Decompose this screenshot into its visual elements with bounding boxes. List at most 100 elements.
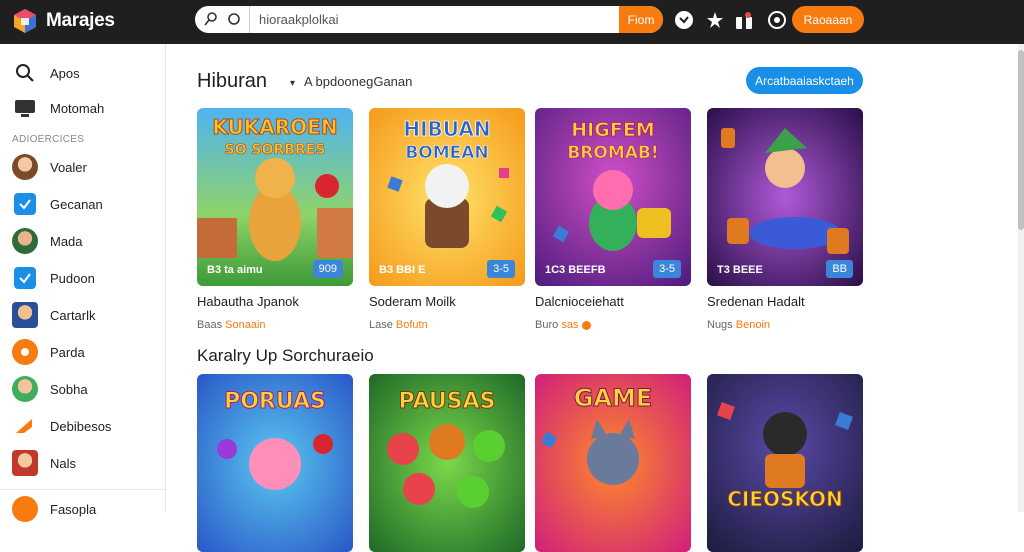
game-thumbnail[interactable]: HIBUAN BOMEAN B3 BBI E 3-5: [369, 108, 525, 286]
game-badge: B3 ta aimu: [207, 264, 263, 276]
game-card[interactable]: PORUAS: [197, 374, 353, 552]
game-card[interactable]: HIGFEM BROMAB! 1C3 BEEFB 3-5 Dalcnioceie…: [535, 108, 691, 331]
game-rating-badge: 3-5: [653, 260, 681, 278]
sidebar-item-cartarlk[interactable]: Cartarlk: [0, 298, 166, 332]
sidebar-item-label: Voaler: [50, 159, 87, 175]
sort-label: A bpdoonegGanan: [303, 74, 413, 89]
game-card[interactable]: CIEOSKON: [707, 374, 863, 552]
game-art: PAUSAS: [369, 374, 525, 552]
sidebar-item-pudoon[interactable]: Pudoon: [0, 261, 166, 295]
sidebar-item-motomah[interactable]: Motomah: [0, 91, 166, 125]
game-thumbnail[interactable]: KUKAROEN SO SORBRES B3 ta aimu 909: [197, 108, 353, 286]
search-icon: [16, 64, 34, 82]
app-logo-icon[interactable]: [12, 8, 38, 34]
sidebar-item-debibesos[interactable]: Debibesos: [0, 409, 166, 443]
avatar: [12, 376, 38, 402]
game-art-title: HIGFEM: [571, 119, 654, 141]
game-thumbnail[interactable]: PAUSAS: [369, 374, 525, 552]
game-rating-badge: 909: [312, 260, 343, 278]
game-art-subtitle: SO SORBRES: [225, 142, 326, 158]
sidebar-item-label: Sobha: [50, 381, 88, 397]
search-button[interactable]: Fiom: [619, 6, 663, 33]
top-bar: Marajes Fiom Raoaaan: [0, 0, 1024, 44]
search-input[interactable]: [253, 6, 593, 33]
scrollbar-thumb[interactable]: [1018, 50, 1024, 230]
check-icon: [14, 193, 36, 215]
game-card[interactable]: HIBUAN BOMEAN B3 BBI E 3-5 Soderam Moilk…: [369, 108, 525, 331]
gift-icon[interactable]: [733, 9, 755, 31]
game-art: CIEOSKON: [707, 374, 863, 552]
sidebar-item-label: Nals: [50, 455, 77, 471]
section-title: Hiburan: [197, 70, 268, 92]
sidebar-item-label: Mada: [50, 233, 83, 249]
game-meta-label: Lase: [369, 319, 393, 331]
sidebar-item-parda[interactable]: Parda: [0, 335, 166, 369]
game-thumbnail[interactable]: GAME: [535, 374, 691, 552]
check-icon: [14, 267, 36, 289]
game-meta: Nugs Benoin: [707, 319, 863, 331]
sort-dropdown[interactable]: ▾ A bpdoonegGanan: [290, 74, 412, 89]
sidebar-item-label: Apos: [50, 65, 80, 81]
game-meta-value: Sonaain: [225, 319, 266, 331]
chevron-down-icon: ▾: [290, 78, 296, 89]
game-title[interactable]: Soderam Moilk: [369, 294, 525, 310]
sidebar-item-label: Debibesos: [50, 418, 112, 434]
game-thumbnail[interactable]: PORUAS: [197, 374, 353, 552]
game-icon: [12, 496, 38, 522]
sidebar-item-voaler[interactable]: Voaler: [0, 150, 166, 184]
game-thumbnail[interactable]: HIGFEM BROMAB! 1C3 BEEFB 3-5: [535, 108, 691, 286]
avatar: [12, 450, 38, 476]
sidebar-item-label: Gecanan: [50, 196, 103, 212]
game-art: PORUAS: [197, 374, 353, 552]
app-title: Marajes: [46, 10, 115, 31]
section-cta-button[interactable]: Arcatbaaiaskctaeh: [746, 67, 863, 94]
game-art-title: KUKAROEN: [212, 115, 337, 139]
sidebar-item-label: Fasopla: [50, 501, 97, 517]
sidebar-item-nals[interactable]: Nals: [0, 446, 166, 480]
header-cta-button[interactable]: Raoaaan: [792, 6, 864, 33]
game-art-subtitle: BOMEAN: [405, 143, 488, 163]
game-art: GAME: [535, 374, 691, 552]
game-rating-badge: BB: [826, 260, 853, 278]
sidebar-divider: [0, 489, 166, 490]
game-card[interactable]: T3 BEEE BB Sredenan Hadalt Nugs Benoin: [707, 108, 863, 331]
puzzle-icon[interactable]: [704, 9, 726, 31]
game-meta-label: Buro: [535, 319, 559, 331]
game-title[interactable]: Habautha Jpanok: [197, 294, 353, 310]
game-art-title: HIBUAN: [403, 117, 490, 141]
game-meta-label: Baas: [197, 319, 223, 331]
settings-icon[interactable]: [766, 9, 788, 31]
scrollbar[interactable]: [1018, 44, 1024, 512]
avatar: [12, 228, 38, 254]
game-thumbnail[interactable]: CIEOSKON: [707, 374, 863, 552]
game-card[interactable]: KUKAROEN SO SORBRES B3 ta aimu 909 Habau…: [197, 108, 353, 331]
coin-icon: [581, 320, 591, 330]
game-card[interactable]: PAUSAS: [369, 374, 525, 552]
game-thumbnail[interactable]: T3 BEEE BB: [707, 108, 863, 286]
search-icon[interactable]: [203, 11, 219, 27]
clock-icon[interactable]: [673, 9, 695, 31]
game-badge: T3 BEEE: [717, 264, 763, 276]
sidebar-item-fasopla[interactable]: Fasopla: [0, 492, 166, 526]
game-title[interactable]: Sredenan Hadalt: [707, 294, 863, 310]
avatar: [12, 302, 38, 328]
sidebar-item-apos[interactable]: Apos: [0, 56, 166, 90]
sidebar-item-label: Parda: [50, 344, 85, 360]
search-bar: Fiom: [195, 6, 663, 33]
game-meta-label: Nugs: [707, 319, 733, 331]
sidebar-item-sobha[interactable]: Sobha: [0, 372, 166, 406]
game-title[interactable]: Dalcnioceiehatt: [535, 294, 691, 310]
search-icons: [195, 6, 250, 33]
sidebar-section-label: ADIOERCICES: [12, 134, 85, 145]
game-meta-value: Benoin: [735, 319, 771, 331]
sidebar-item-label: Pudoon: [50, 270, 95, 286]
game-meta: Lase Bofutn: [369, 319, 525, 331]
sidebar-item-gecanan[interactable]: Gecanan: [0, 187, 166, 221]
game-card[interactable]: GAME: [535, 374, 691, 552]
monitor-icon: [15, 100, 35, 117]
refresh-icon[interactable]: [226, 11, 242, 27]
game-art-title: PAUSAS: [398, 389, 495, 414]
sidebar-item-mada[interactable]: Mada: [0, 224, 166, 258]
section-title: Karalry Up Sorchuraeio: [197, 346, 374, 365]
game-art-title: PORUAS: [224, 389, 326, 414]
